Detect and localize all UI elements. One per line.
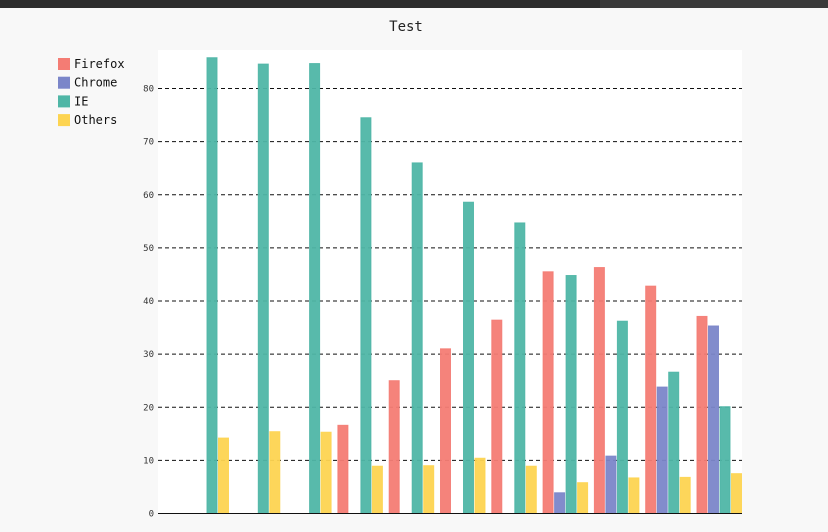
legend-swatch-ie — [58, 95, 70, 108]
bar-ie[interactable] — [616, 320, 628, 514]
legend-label-ie[interactable]: IE — [74, 94, 88, 108]
y-tick-label: 60 — [143, 191, 154, 201]
bar-others[interactable] — [731, 473, 742, 515]
bar-others[interactable] — [577, 482, 589, 514]
legend-label-chrome[interactable]: Chrome — [74, 76, 117, 90]
legend: Firefox Chrome IE Others — [58, 57, 125, 127]
bar-ie[interactable] — [411, 162, 423, 515]
legend-swatch-chrome — [58, 76, 70, 89]
y-tick-label: 50 — [143, 244, 154, 254]
bar-ie[interactable] — [668, 371, 680, 514]
bar-ie[interactable] — [463, 201, 474, 514]
bar-firefox[interactable] — [542, 271, 554, 514]
bar-ie[interactable] — [257, 63, 269, 514]
bar-firefox[interactable] — [491, 319, 503, 514]
bar-others[interactable] — [218, 437, 229, 515]
y-tick-label: 0 — [149, 510, 154, 520]
bar-firefox[interactable] — [337, 424, 349, 514]
bar-ie[interactable] — [565, 275, 577, 514]
legend-label-others[interactable]: Others — [74, 113, 117, 127]
bar-ie[interactable] — [514, 222, 526, 514]
y-tick-label: 30 — [143, 350, 154, 360]
bar-firefox[interactable] — [593, 267, 605, 515]
y-tick-label: 80 — [143, 85, 154, 95]
bar-ie[interactable] — [309, 63, 321, 514]
y-tick-label: 70 — [143, 138, 154, 148]
bar-ie[interactable] — [206, 57, 218, 514]
bar-firefox[interactable] — [696, 315, 708, 514]
y-tick-label: 10 — [143, 456, 154, 466]
chart-title: Test — [389, 19, 423, 35]
bar-ie[interactable] — [719, 406, 731, 514]
bar-chrome[interactable] — [605, 455, 617, 514]
bar-chrome[interactable] — [708, 325, 719, 514]
chart: 0 10 20 30 40 50 60 70 80 Test Firefox Chrome IE Ot… — [58, 19, 742, 520]
legend-swatch-others — [58, 114, 70, 127]
bar-firefox[interactable] — [388, 380, 400, 515]
bar-others[interactable] — [371, 465, 383, 515]
y-tick-label: 20 — [143, 403, 154, 413]
y-tick-label: 40 — [143, 297, 154, 307]
bar-others[interactable] — [320, 431, 332, 515]
bar-others[interactable] — [525, 465, 537, 515]
bar-others[interactable] — [269, 431, 281, 514]
bar-chrome[interactable] — [656, 386, 668, 514]
bar-others[interactable] — [628, 477, 640, 515]
bar-others[interactable] — [679, 476, 691, 514]
bar-firefox[interactable] — [645, 285, 657, 514]
legend-label-firefox[interactable]: Firefox — [74, 57, 125, 71]
bar-ie[interactable] — [360, 117, 372, 514]
bar-chrome[interactable] — [554, 492, 566, 515]
bar-firefox[interactable] — [440, 348, 451, 514]
bar-others[interactable] — [423, 465, 435, 514]
bar-others[interactable] — [474, 457, 486, 514]
legend-swatch-firefox — [58, 58, 70, 70]
